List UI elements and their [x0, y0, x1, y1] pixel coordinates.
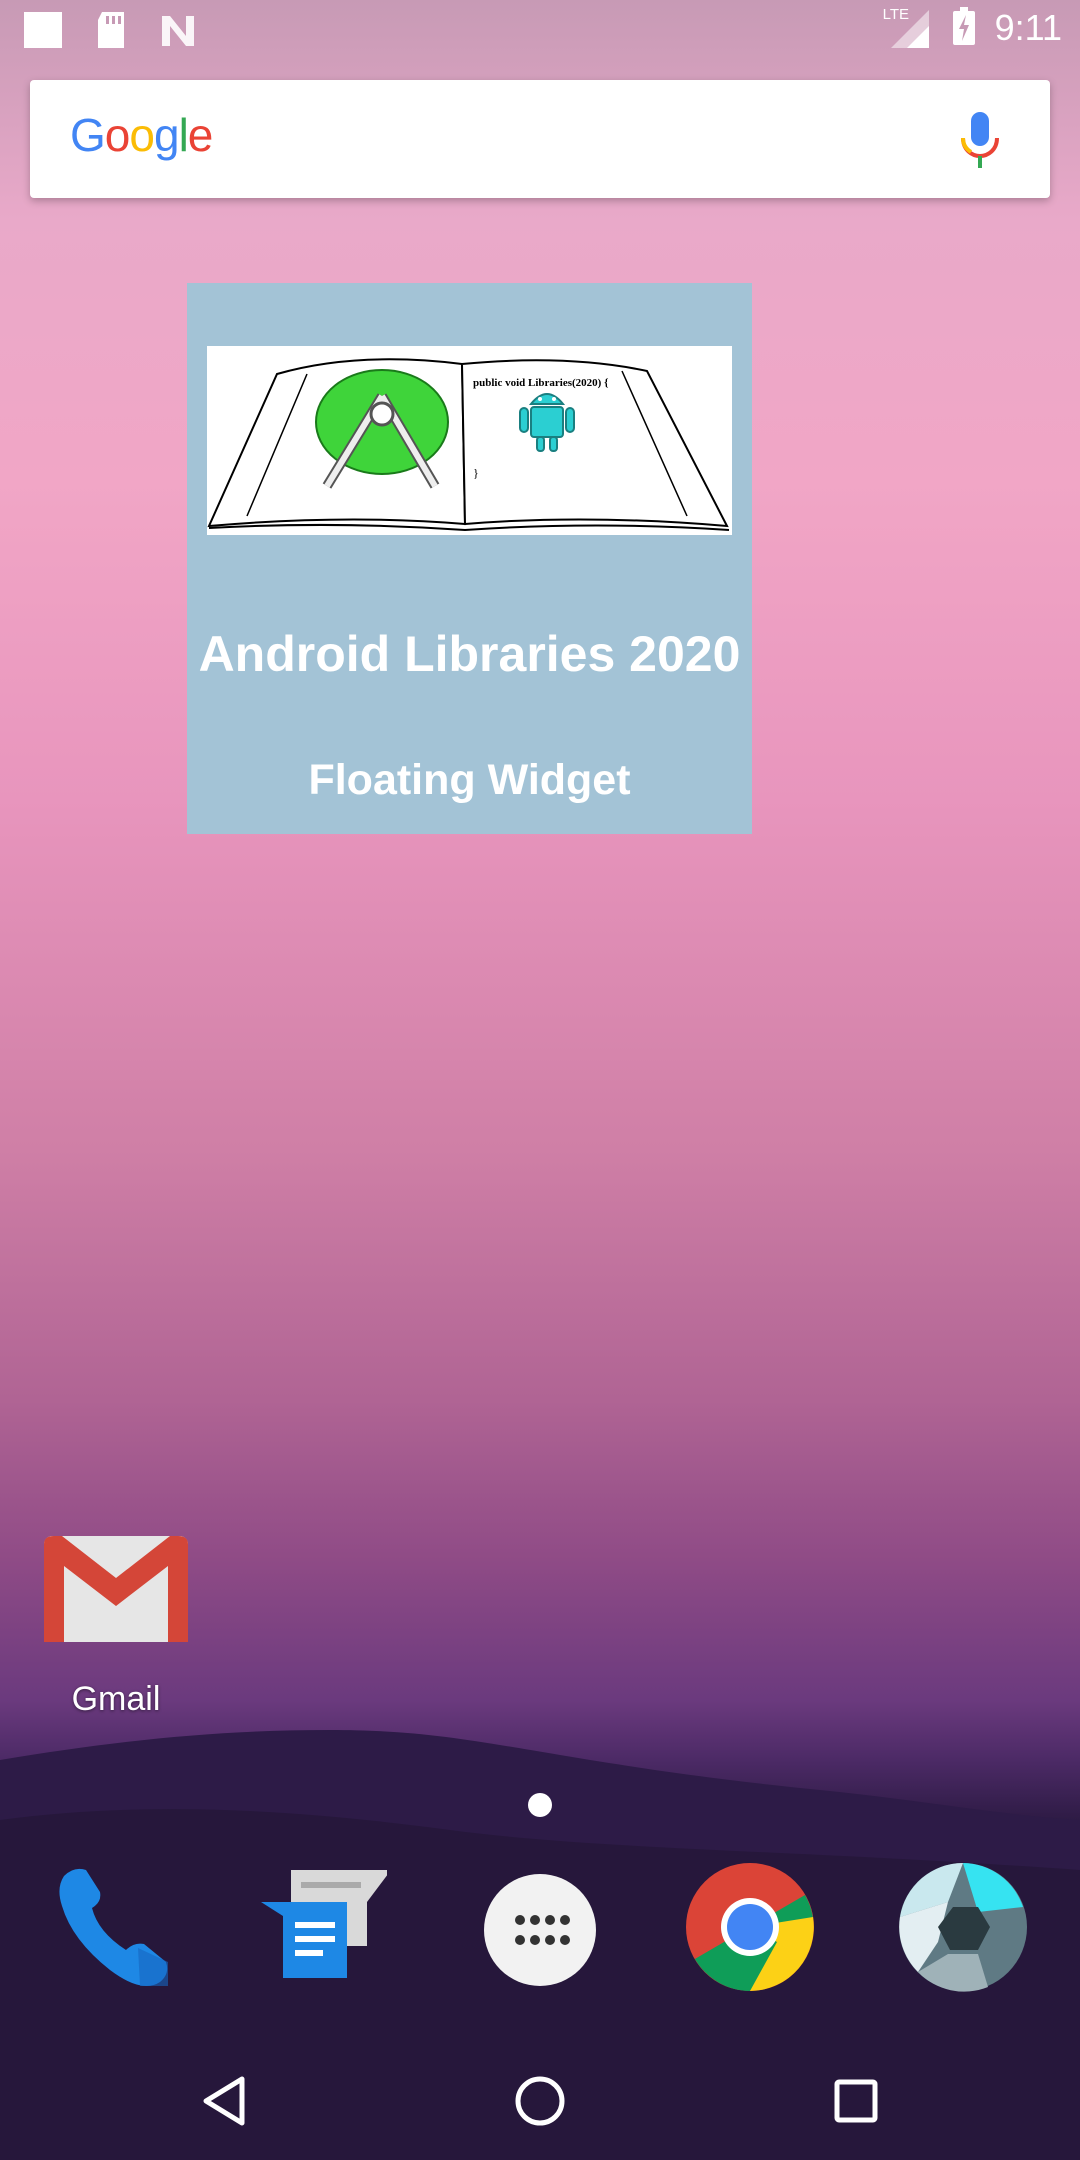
- microphone-icon[interactable]: [958, 110, 1002, 174]
- lte-label: LTE: [882, 6, 909, 23]
- camera-icon: [898, 1863, 1028, 1996]
- widget-title: Android Libraries 2020: [198, 626, 741, 682]
- notification-square-icon: [22, 10, 64, 54]
- battery-charging-icon: [951, 6, 977, 50]
- google-logo-letter: g: [153, 109, 180, 161]
- back-icon[interactable]: [200, 2075, 250, 2131]
- dock-chrome[interactable]: [685, 1862, 815, 1992]
- google-search-bar[interactable]: Google: [30, 80, 1050, 198]
- widget-image-brace: }: [473, 466, 479, 480]
- dock-messages[interactable]: [257, 1862, 391, 1992]
- home-icon[interactable]: [514, 2075, 566, 2131]
- google-logo-letter: l: [178, 109, 189, 161]
- navigation-bar: [0, 2040, 1080, 2160]
- floating-widget[interactable]: public void Libraries(2020) { } Android …: [187, 283, 752, 834]
- dock-phone[interactable]: [50, 1862, 180, 1992]
- google-logo-letter: o: [129, 109, 155, 161]
- page-indicator-dot: [528, 1793, 552, 1817]
- gmail-icon: [40, 1536, 192, 1650]
- home-app-gmail[interactable]: Gmail: [40, 1530, 192, 1718]
- n-logo-icon: [158, 10, 198, 54]
- status-bar: LTE 9:11: [0, 0, 1080, 60]
- messages-icon: [257, 1870, 391, 1996]
- dock-camera[interactable]: [898, 1862, 1028, 1992]
- google-logo: Google: [70, 108, 214, 162]
- widget-book-image: public void Libraries(2020) { }: [207, 346, 732, 535]
- gmail-label: Gmail: [71, 1680, 161, 1718]
- widget-image-caption: public void Libraries(2020) {: [473, 377, 609, 389]
- google-logo-letter: o: [104, 109, 131, 161]
- dock-app-drawer[interactable]: [475, 1862, 605, 1992]
- app-drawer-icon: [475, 1874, 605, 1996]
- status-clock: 9:11: [994, 7, 1062, 48]
- lte-signal-icon: LTE: [883, 6, 933, 50]
- google-logo-letter: e: [187, 109, 214, 161]
- google-logo-letter: G: [70, 109, 106, 161]
- sd-card-icon: [94, 10, 128, 54]
- chrome-icon: [685, 1863, 815, 1996]
- widget-subtitle: Floating Widget: [308, 756, 631, 804]
- phone-icon: [50, 1868, 180, 1996]
- recents-icon[interactable]: [833, 2078, 879, 2128]
